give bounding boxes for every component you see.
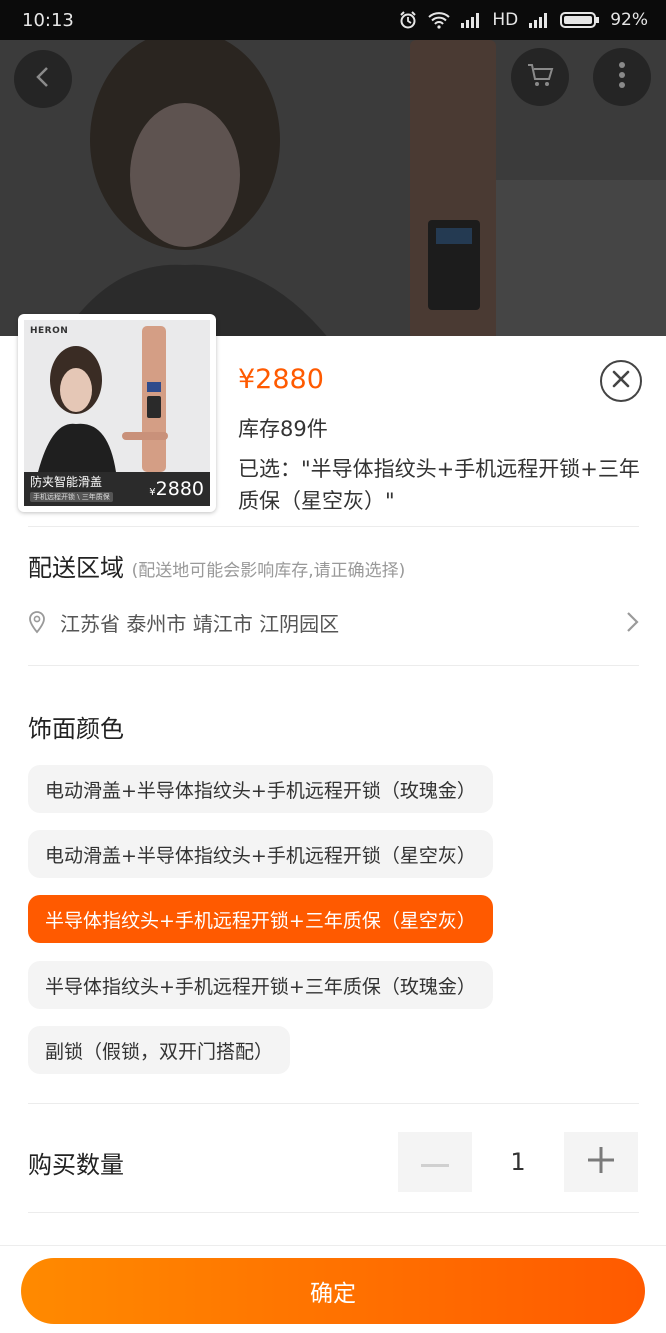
footer-divider bbox=[0, 1245, 666, 1246]
delivery-hint: (配送地可能会影响库存,请正确选择) bbox=[131, 561, 406, 581]
delivery-address-row[interactable]: 江苏省 泰州市 靖江市 江阴园区 bbox=[28, 600, 639, 644]
close-icon bbox=[611, 369, 631, 393]
cart-icon bbox=[526, 62, 554, 92]
color-option-selected[interactable]: 半导体指纹头+手机远程开锁+三年质保（星空灰） bbox=[28, 895, 493, 943]
divider bbox=[28, 1212, 639, 1213]
quantity-decrease-button[interactable] bbox=[398, 1132, 472, 1192]
chevron-right-icon bbox=[619, 610, 639, 634]
product-price: ¥2880 bbox=[238, 364, 324, 395]
divider bbox=[28, 665, 639, 666]
delivery-title: 配送区域 bbox=[28, 554, 124, 582]
thumbnail-price-value: 2880 bbox=[155, 478, 204, 500]
signal-icon bbox=[460, 12, 482, 28]
alarm-icon bbox=[398, 10, 418, 30]
delivery-section-title: 配送区域 (配送地可能会影响库存,请正确选择) bbox=[28, 548, 405, 583]
signal-icon bbox=[528, 12, 550, 28]
close-button[interactable] bbox=[600, 360, 642, 402]
color-section-title: 饰面颜色 bbox=[28, 715, 124, 743]
location-pin-icon bbox=[28, 610, 48, 634]
thumbnail-price: ¥2880 bbox=[149, 478, 204, 500]
cart-button[interactable] bbox=[511, 48, 569, 106]
divider bbox=[28, 1103, 639, 1104]
more-button[interactable] bbox=[593, 48, 651, 106]
product-stock: 库存89件 bbox=[238, 417, 328, 441]
color-option[interactable]: 电动滑盖+半导体指纹头+手机远程开锁（星空灰） bbox=[28, 830, 493, 878]
thumbnail-subline: 手机远程开锁 \ 三年质保 bbox=[30, 492, 113, 502]
thumbnail-headline: 防夹智能滑盖 bbox=[30, 475, 103, 489]
quantity-increase-button[interactable] bbox=[564, 1132, 638, 1192]
quantity-value[interactable]: 1 bbox=[482, 1132, 554, 1192]
back-icon bbox=[33, 65, 53, 93]
confirm-button[interactable]: 确定 bbox=[21, 1258, 645, 1324]
back-button[interactable] bbox=[14, 50, 72, 108]
product-thumbnail: HERON 防夹智能滑盖 手机远程开锁 \ 三年质保 ¥2880 bbox=[18, 314, 216, 512]
more-icon bbox=[618, 61, 626, 93]
delivery-address: 江苏省 泰州市 靖江市 江阴园区 bbox=[60, 611, 340, 636]
battery-icon bbox=[560, 11, 600, 29]
product-page-backdrop[interactable] bbox=[0, 40, 666, 340]
color-option[interactable]: 半导体指纹头+手机远程开锁+三年质保（玫瑰金） bbox=[28, 961, 493, 1009]
battery-percent: 92% bbox=[610, 10, 648, 30]
selected-sku: 已选："半导体指纹头+手机远程开锁+三年质保（星空灰）" bbox=[238, 457, 640, 513]
minus-icon bbox=[421, 1153, 449, 1172]
wifi-icon bbox=[428, 11, 450, 29]
plus-icon bbox=[588, 1147, 614, 1177]
status-bar: 10:13 HD 92% bbox=[0, 0, 666, 40]
quantity-label: 购买数量 bbox=[28, 1151, 124, 1179]
color-option[interactable]: 电动滑盖+半导体指纹头+手机远程开锁（玫瑰金） bbox=[28, 765, 493, 813]
color-option[interactable]: 副锁（假锁，双开门搭配） bbox=[28, 1026, 291, 1074]
thumbnail-brand: HERON bbox=[30, 326, 69, 336]
network-label: HD bbox=[492, 10, 519, 30]
status-time: 10:13 bbox=[22, 9, 74, 31]
divider bbox=[28, 526, 639, 527]
